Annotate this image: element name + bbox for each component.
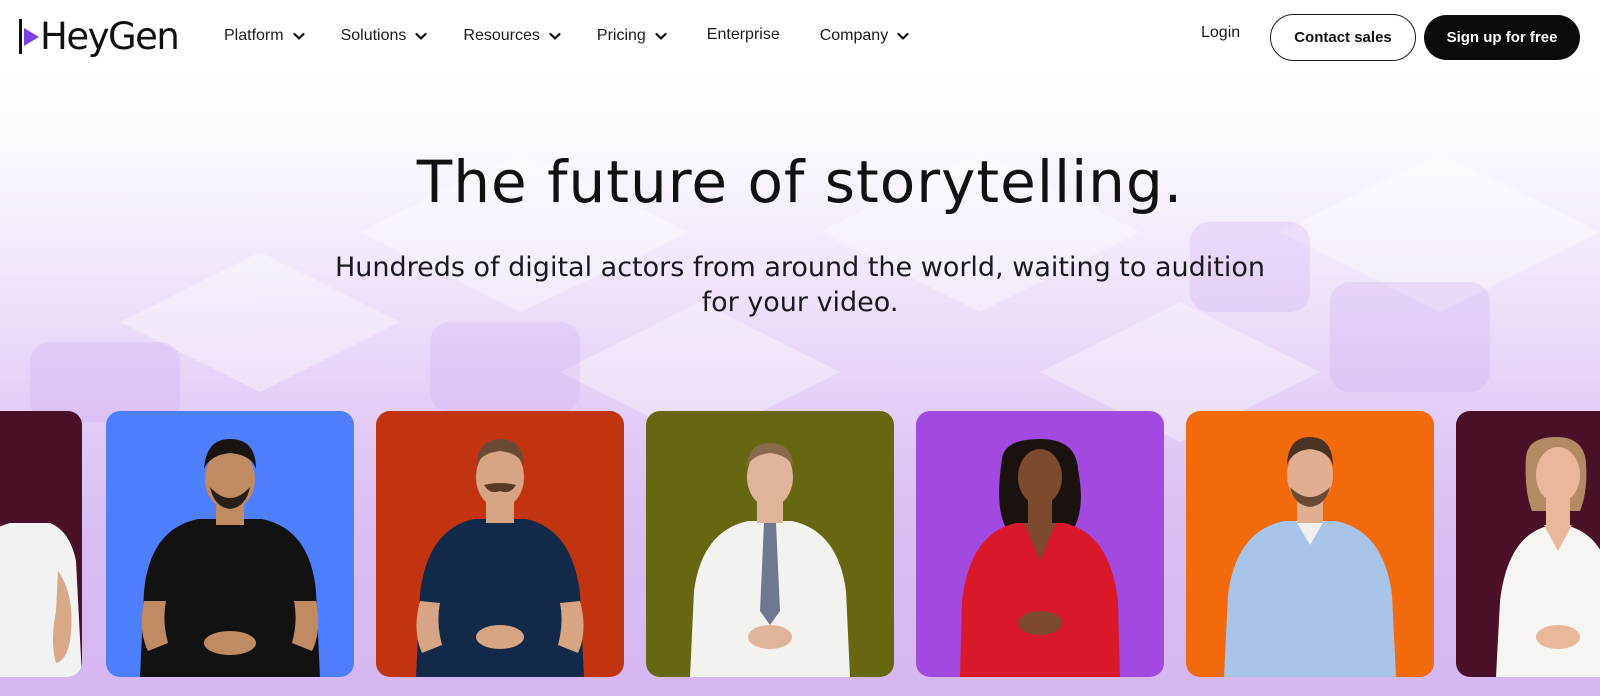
nav-platform[interactable]: Platform: [224, 22, 305, 50]
avatar-card[interactable]: [1456, 411, 1600, 677]
chevron-down-icon: [415, 32, 428, 40]
logo-text: HeyGen: [40, 15, 180, 58]
nav-enterprise[interactable]: Enterprise: [707, 21, 780, 49]
play-triangle-icon: [18, 17, 44, 57]
nav-pricing[interactable]: Pricing: [597, 22, 667, 50]
main-nav: Platform Solutions Resources Pricing Ent…: [224, 22, 909, 50]
avatar-portrait: [916, 411, 1164, 677]
avatar-portrait: [646, 411, 894, 677]
nav-resources[interactable]: Resources: [463, 22, 561, 50]
nav-company[interactable]: Company: [820, 22, 909, 50]
sign-up-button[interactable]: Sign up for free: [1424, 15, 1580, 60]
nav-enterprise-label: Enterprise: [706, 25, 780, 43]
avatar-card[interactable]: [376, 411, 624, 677]
nav-solutions-label: Solutions: [340, 27, 407, 44]
chevron-down-icon: [549, 32, 561, 40]
chevron-down-icon: [655, 32, 667, 40]
avatar-portrait: [1456, 411, 1600, 677]
page: HeyGen Platform Solutions Resources Pric…: [0, 0, 1600, 696]
nav-resources-label: Resources: [463, 27, 540, 44]
nav-pricing-label: Pricing: [596, 27, 646, 44]
nav-solutions[interactable]: Solutions: [341, 22, 428, 50]
avatar-card[interactable]: [0, 411, 82, 677]
login-link[interactable]: Login: [1201, 24, 1240, 42]
hero-title: The future of storytelling.: [416, 148, 1184, 216]
heygen-logo[interactable]: HeyGen: [18, 15, 180, 58]
avatar-card[interactable]: [1186, 411, 1434, 677]
avatar-portrait: [1186, 411, 1434, 677]
nav-company-label: Company: [819, 27, 889, 44]
avatar-portrait: [376, 411, 624, 677]
hero-subtitle: Hundreds of digital actors from around t…: [300, 250, 1300, 320]
hero-subtitle-line1: Hundreds of digital actors from around t…: [334, 252, 1265, 283]
site-header: HeyGen Platform Solutions Resources Pric…: [0, 0, 1600, 72]
avatar-card[interactable]: [916, 411, 1164, 677]
avatar-portrait: [0, 411, 82, 677]
hero-subtitle-line2: for your video.: [701, 287, 899, 318]
nav-platform-label: Platform: [224, 27, 284, 44]
avatar-card[interactable]: [646, 411, 894, 677]
avatar-card[interactable]: [106, 411, 354, 677]
contact-sales-button[interactable]: Contact sales: [1270, 14, 1416, 61]
avatar-portrait: [106, 411, 354, 677]
chevron-down-icon: [897, 32, 909, 40]
avatar-carousel: [0, 411, 1600, 677]
chevron-down-icon: [292, 32, 305, 40]
